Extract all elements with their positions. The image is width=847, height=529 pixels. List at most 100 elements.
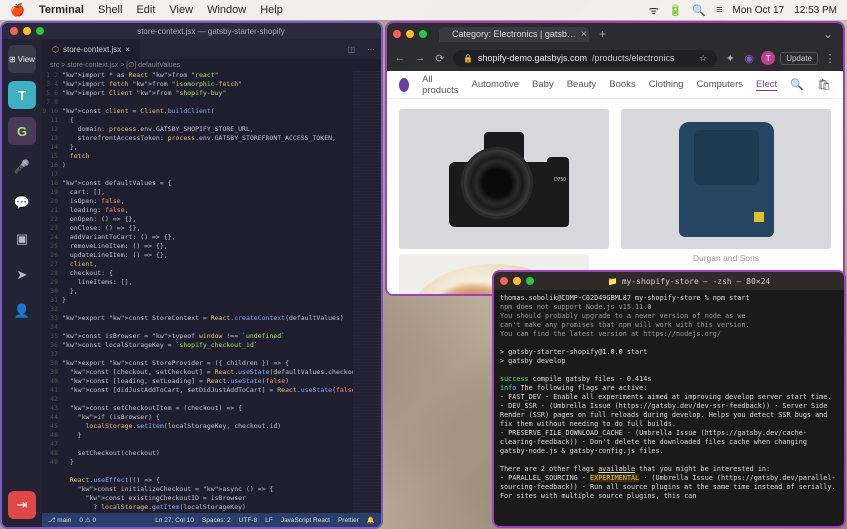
nav-all-products[interactable]: All products — [422, 74, 458, 96]
status-spaces[interactable]: Spaces: 2 — [202, 517, 231, 524]
nav-electronics[interactable]: Electro — [756, 79, 777, 91]
vscode-window: store-context.jsx — gatsby-starter-shopi… — [0, 21, 383, 529]
tab-overview-icon[interactable]: ⌄ — [819, 27, 837, 41]
terminal-title-rest: — -zsh — 80×24 — [703, 277, 770, 286]
cart-icon[interactable]: 🛍 — [817, 78, 831, 91]
jsx-file-icon: ⬡ — [52, 45, 59, 54]
activity-bar: ⊞ View T G 🎤 💬 ▣ ➤ 👤 ⇥ — [2, 39, 42, 527]
folder-icon: 📁 — [608, 277, 618, 286]
menubar-date[interactable]: Mon Oct 17 — [732, 5, 784, 16]
code-content[interactable]: "kw">import * as React "kw">from "react"… — [62, 71, 353, 513]
store-navigation: All products Automotive Baby Beauty Book… — [387, 71, 843, 99]
activity-exit-icon[interactable]: ⇥ — [8, 491, 36, 519]
status-language[interactable]: JavaScript React — [281, 517, 330, 524]
extensions-icon[interactable]: ✦ — [723, 52, 737, 65]
status-problems[interactable]: 0 ⚠ 0 — [79, 516, 96, 524]
activity-person-icon[interactable]: 👤 — [8, 297, 36, 325]
tab-close-icon[interactable]: × — [581, 29, 587, 40]
update-button[interactable]: Update — [780, 52, 818, 65]
zoom-window-button[interactable] — [419, 30, 427, 38]
forward-button[interactable]: → — [413, 52, 427, 64]
activity-gatsby-button[interactable]: G — [8, 117, 36, 145]
minimize-window-button[interactable] — [23, 27, 31, 35]
product-vendor: Durgan and Sons — [621, 253, 831, 263]
editor-tab-store-context[interactable]: ⬡ store-context.jsx × — [42, 39, 140, 59]
activity-view-button[interactable]: ⊞ View — [8, 45, 36, 73]
control-center-icon[interactable]: ≡ — [716, 4, 722, 16]
camera-model-label: D750 — [554, 177, 566, 183]
browser-toolbar: ← → ⟳ 🔒 shopify-demo.gatsbyjs.com/produc… — [387, 45, 843, 71]
spotlight-icon[interactable]: 🔍 — [692, 4, 706, 17]
minimize-window-button[interactable] — [513, 277, 521, 285]
code-editor[interactable]: 1 2 3 4 5 6 7 8 9 10 11 12 13 14 15 16 1… — [42, 71, 381, 513]
menu-view[interactable]: View — [169, 4, 193, 16]
reload-button[interactable]: ⟳ — [433, 52, 447, 65]
star-icon[interactable]: ☆ — [699, 53, 707, 64]
new-tab-button[interactable]: + — [595, 27, 610, 41]
vscode-window-title: store-context.jsx — gatsby-starter-shopi… — [137, 27, 285, 36]
menu-edit[interactable]: Edit — [136, 4, 155, 16]
browser-tab-strip: Category: Electronics | gatsb… × + ⌄ — [387, 23, 843, 45]
minimize-window-button[interactable] — [406, 30, 414, 38]
status-prettier[interactable]: Prettier — [338, 517, 359, 524]
split-editor-icon[interactable]: ◫ — [341, 45, 361, 54]
nav-books[interactable]: Books — [609, 79, 635, 90]
activity-mic-icon[interactable]: 🎤 — [8, 153, 36, 181]
product-image — [621, 109, 831, 249]
status-bell-icon[interactable]: 🔔 — [367, 516, 375, 524]
lock-icon[interactable]: 🔒 — [463, 54, 473, 63]
terminal-titlebar[interactable]: 📁 my-shopify-store — -zsh — 80×24 — [494, 272, 844, 290]
menu-window[interactable]: Window — [207, 4, 246, 16]
more-actions-icon[interactable]: ⋯ — [361, 45, 381, 54]
menubar-app-name[interactable]: Terminal — [39, 4, 84, 16]
nav-clothing[interactable]: Clothing — [649, 79, 684, 90]
product-card-backpack[interactable]: Durgan and Sons — [621, 109, 831, 285]
editor-tab-bar: ⬡ store-context.jsx × ◫ ⋯ — [42, 39, 381, 59]
nav-automotive[interactable]: Automotive — [472, 79, 520, 90]
nav-baby[interactable]: Baby — [532, 79, 554, 90]
status-cursor-position[interactable]: Ln 27, Col 10 — [155, 517, 194, 524]
url-host: shopify-demo.gatsbyjs.com — [478, 53, 587, 63]
apple-menu-icon[interactable]: 🍎 — [10, 3, 25, 17]
gatsby-extension-icon[interactable]: ◉ — [742, 52, 756, 65]
activity-cube-icon[interactable]: ▣ — [8, 225, 36, 253]
browser-tab-electronics[interactable]: Category: Electronics | gatsb… × — [439, 27, 589, 42]
nav-beauty[interactable]: Beauty — [567, 79, 597, 90]
macos-menubar: 🍎 Terminal Shell Edit View Window Help ᯤ… — [0, 0, 847, 20]
menubar-time[interactable]: 12:53 PM — [794, 5, 837, 16]
back-button[interactable]: ← — [393, 52, 407, 64]
menu-icon[interactable]: ⋮ — [823, 52, 837, 65]
close-window-button[interactable] — [393, 30, 401, 38]
line-gutter: 1 2 3 4 5 6 7 8 9 10 11 12 13 14 15 16 1… — [42, 71, 62, 513]
grid-icon: ⊞ — [9, 55, 16, 64]
status-eol[interactable]: LF — [265, 517, 273, 524]
browser-window: Category: Electronics | gatsb… × + ⌄ ← →… — [385, 21, 845, 296]
activity-profile-t[interactable]: T — [8, 81, 36, 109]
menu-help[interactable]: Help — [260, 4, 283, 16]
vscode-statusbar: ⎇ main 0 ⚠ 0 Ln 27, Col 10 Spaces: 2 UTF… — [42, 513, 381, 527]
zoom-window-button[interactable] — [526, 277, 534, 285]
status-encoding[interactable]: UTF-8 — [239, 517, 257, 524]
terminal-window: 📁 my-shopify-store — -zsh — 80×24 thomas… — [492, 270, 846, 528]
vscode-titlebar[interactable]: store-context.jsx — gatsby-starter-shopi… — [2, 23, 381, 39]
battery-icon[interactable]: 🔋 — [669, 4, 683, 17]
browser-viewport: All products Automotive Baby Beauty Book… — [387, 71, 843, 294]
minimap[interactable] — [353, 71, 381, 513]
zoom-window-button[interactable] — [36, 27, 44, 35]
breadcrumb[interactable]: src > store-context.jsx > [∅] defaultVal… — [42, 59, 381, 71]
close-window-button[interactable] — [10, 27, 18, 35]
activity-chat-icon[interactable]: 💬 — [8, 189, 36, 217]
address-bar[interactable]: 🔒 shopify-demo.gatsbyjs.com/products/ele… — [453, 50, 717, 67]
status-branch[interactable]: ⎇ main — [48, 516, 71, 524]
store-logo-icon[interactable] — [399, 78, 409, 92]
product-image: D750 — [399, 109, 609, 249]
close-window-button[interactable] — [500, 277, 508, 285]
terminal-output[interactable]: thomas.sobolik@COMP-C02D49GBML87 my-shop… — [494, 290, 844, 526]
activity-cursor-icon[interactable]: ➤ — [8, 261, 36, 289]
wifi-icon[interactable]: ᯤ — [649, 3, 659, 18]
search-icon[interactable]: 🔍 — [790, 78, 804, 91]
tab-close-icon[interactable]: × — [125, 45, 130, 54]
menu-shell[interactable]: Shell — [98, 4, 122, 16]
nav-computers[interactable]: Computers — [697, 79, 743, 90]
profile-avatar[interactable]: T — [761, 51, 775, 65]
